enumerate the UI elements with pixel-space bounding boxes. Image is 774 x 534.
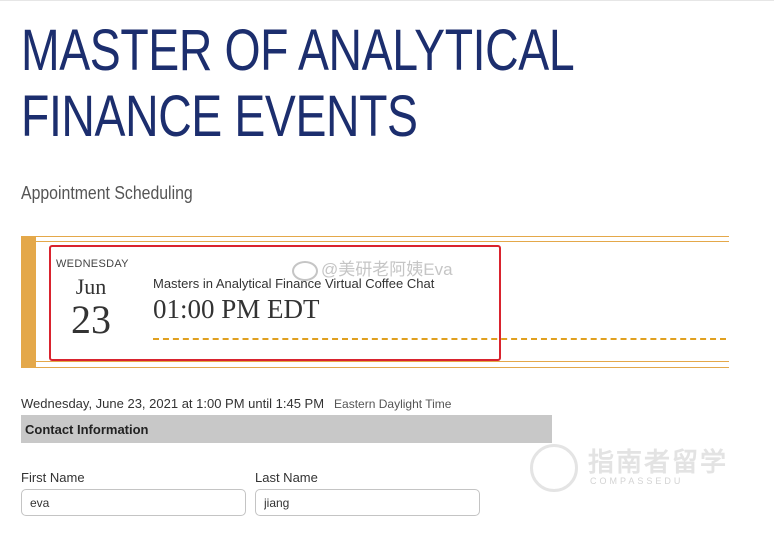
divider <box>36 367 729 368</box>
compass-logo-icon <box>530 444 578 492</box>
divider <box>36 241 729 242</box>
appointment-summary: Wednesday, June 23, 2021 at 1:00 PM unti… <box>21 396 451 411</box>
page-subtitle: Appointment Scheduling <box>21 183 193 203</box>
last-name-input[interactable] <box>255 489 480 516</box>
appointment-datetime: Wednesday, June 23, 2021 at 1:00 PM unti… <box>21 396 325 411</box>
divider <box>36 361 729 362</box>
top-border <box>0 0 774 1</box>
brand-watermark-en: COMPASSEDU <box>590 476 684 486</box>
event-card-accent <box>21 236 36 368</box>
appointment-timezone: Eastern Daylight Time <box>334 397 452 411</box>
contact-section-header: Contact Information <box>21 415 552 443</box>
weibo-icon <box>292 260 318 281</box>
weibo-watermark-text: @美研老阿姨Eva <box>321 260 453 279</box>
last-name-label: Last Name <box>255 470 318 485</box>
contact-section-title: Contact Information <box>25 422 149 437</box>
brand-watermark: 指南者留学 COMPASSEDU <box>530 440 730 492</box>
divider <box>36 236 729 237</box>
first-name-input[interactable] <box>21 489 246 516</box>
weibo-watermark: @美研老阿姨Eva <box>292 255 453 281</box>
first-name-label: First Name <box>21 470 85 485</box>
brand-watermark-cn: 指南者留学 <box>588 447 729 477</box>
page-title: MASTER OF ANALYTICAL FINANCE EVENTS <box>21 18 573 149</box>
